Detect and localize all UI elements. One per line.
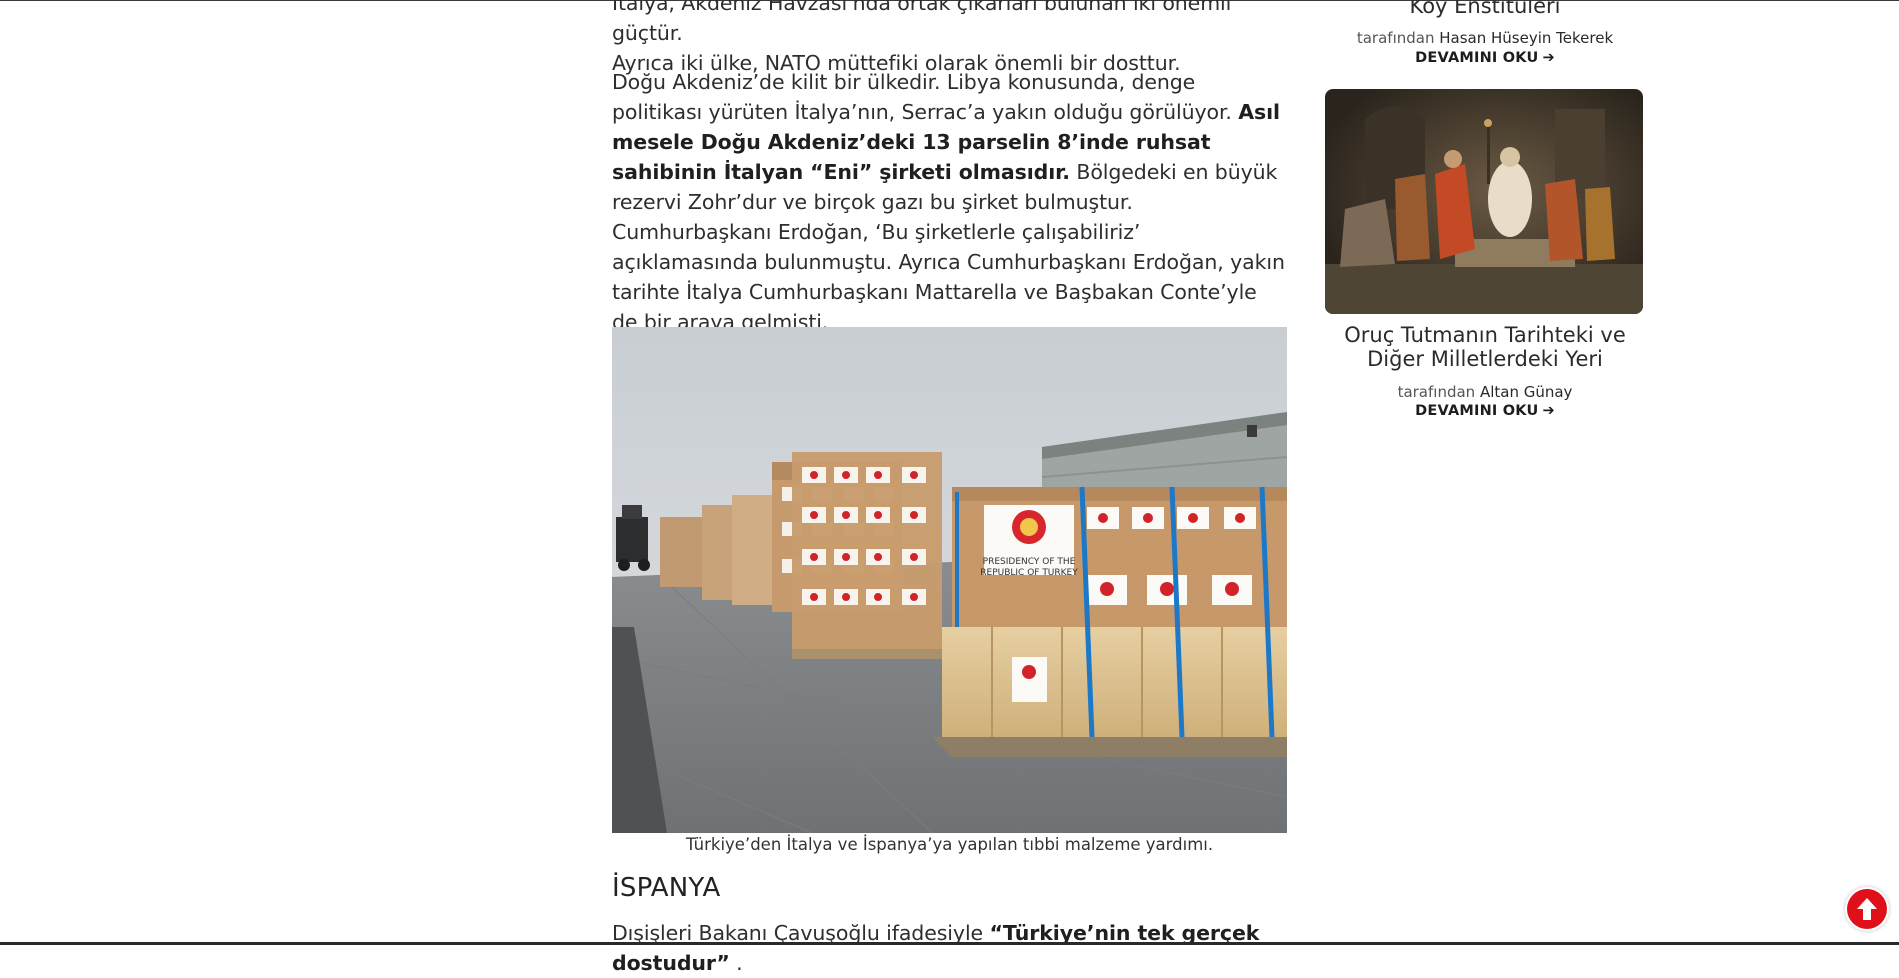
- paragraph-text: .: [729, 951, 743, 975]
- article-photo: PRESIDENCY OF THE REPUBLIC OF TURKEY: [612, 327, 1287, 833]
- scroll-to-top-button[interactable]: [1847, 889, 1887, 929]
- author-line: tarafından Hasan Hüseyin Tekerek: [1325, 29, 1645, 47]
- paragraph-line: İtalya, Akdeniz Havzası'nda ortak çıkarl…: [612, 0, 1232, 45]
- read-more-link[interactable]: DEVAMINI OKU ➔: [1325, 50, 1645, 66]
- box-label-line2: REPUBLIC OF TURKEY: [980, 568, 1078, 578]
- read-more-label: DEVAMINI OKU: [1415, 403, 1539, 419]
- author-name[interactable]: Hasan Hüseyin Tekerek: [1439, 29, 1613, 47]
- author-label: tarafından: [1356, 29, 1435, 47]
- arrow-up-circle-icon: [1857, 898, 1877, 920]
- article-paragraph: Doğu Akdeniz’de kilit bir ülkedir. Libya…: [612, 67, 1287, 337]
- related-post-title[interactable]: Köy Enstitüleri: [1325, 0, 1645, 18]
- author-name[interactable]: Altan Günay: [1480, 383, 1572, 401]
- section-heading: İSPANYA: [612, 873, 721, 903]
- paragraph-text: Bölgedeki en büyük rezervi Zohr’dur ve b…: [612, 160, 1285, 334]
- photo-caption: Türkiye’den İtalya ve İspanya’ya yapılan…: [685, 835, 1214, 854]
- paragraph-text: Doğu Akdeniz’de kilit bir ülkedir. Libya…: [612, 70, 1239, 124]
- read-more-label: DEVAMINI OKU: [1415, 50, 1539, 66]
- read-more-link[interactable]: DEVAMINI OKU ➔: [1325, 403, 1645, 419]
- article-paragraph: Dışişleri Bakanı Çavuşoğlu ifadesiyle “T…: [612, 918, 1312, 978]
- related-post-image[interactable]: [1325, 89, 1643, 314]
- box-label-line1: PRESIDENCY OF THE: [983, 557, 1076, 567]
- arrow-right-icon: ➔: [1542, 403, 1555, 419]
- author-line: tarafından Altan Günay: [1325, 383, 1645, 401]
- arrow-right-icon: ➔: [1542, 50, 1555, 66]
- related-post-title[interactable]: Oruç Tutmanın Tarihteki ve Diğer Milletl…: [1325, 323, 1645, 371]
- author-label: tarafından: [1397, 383, 1476, 401]
